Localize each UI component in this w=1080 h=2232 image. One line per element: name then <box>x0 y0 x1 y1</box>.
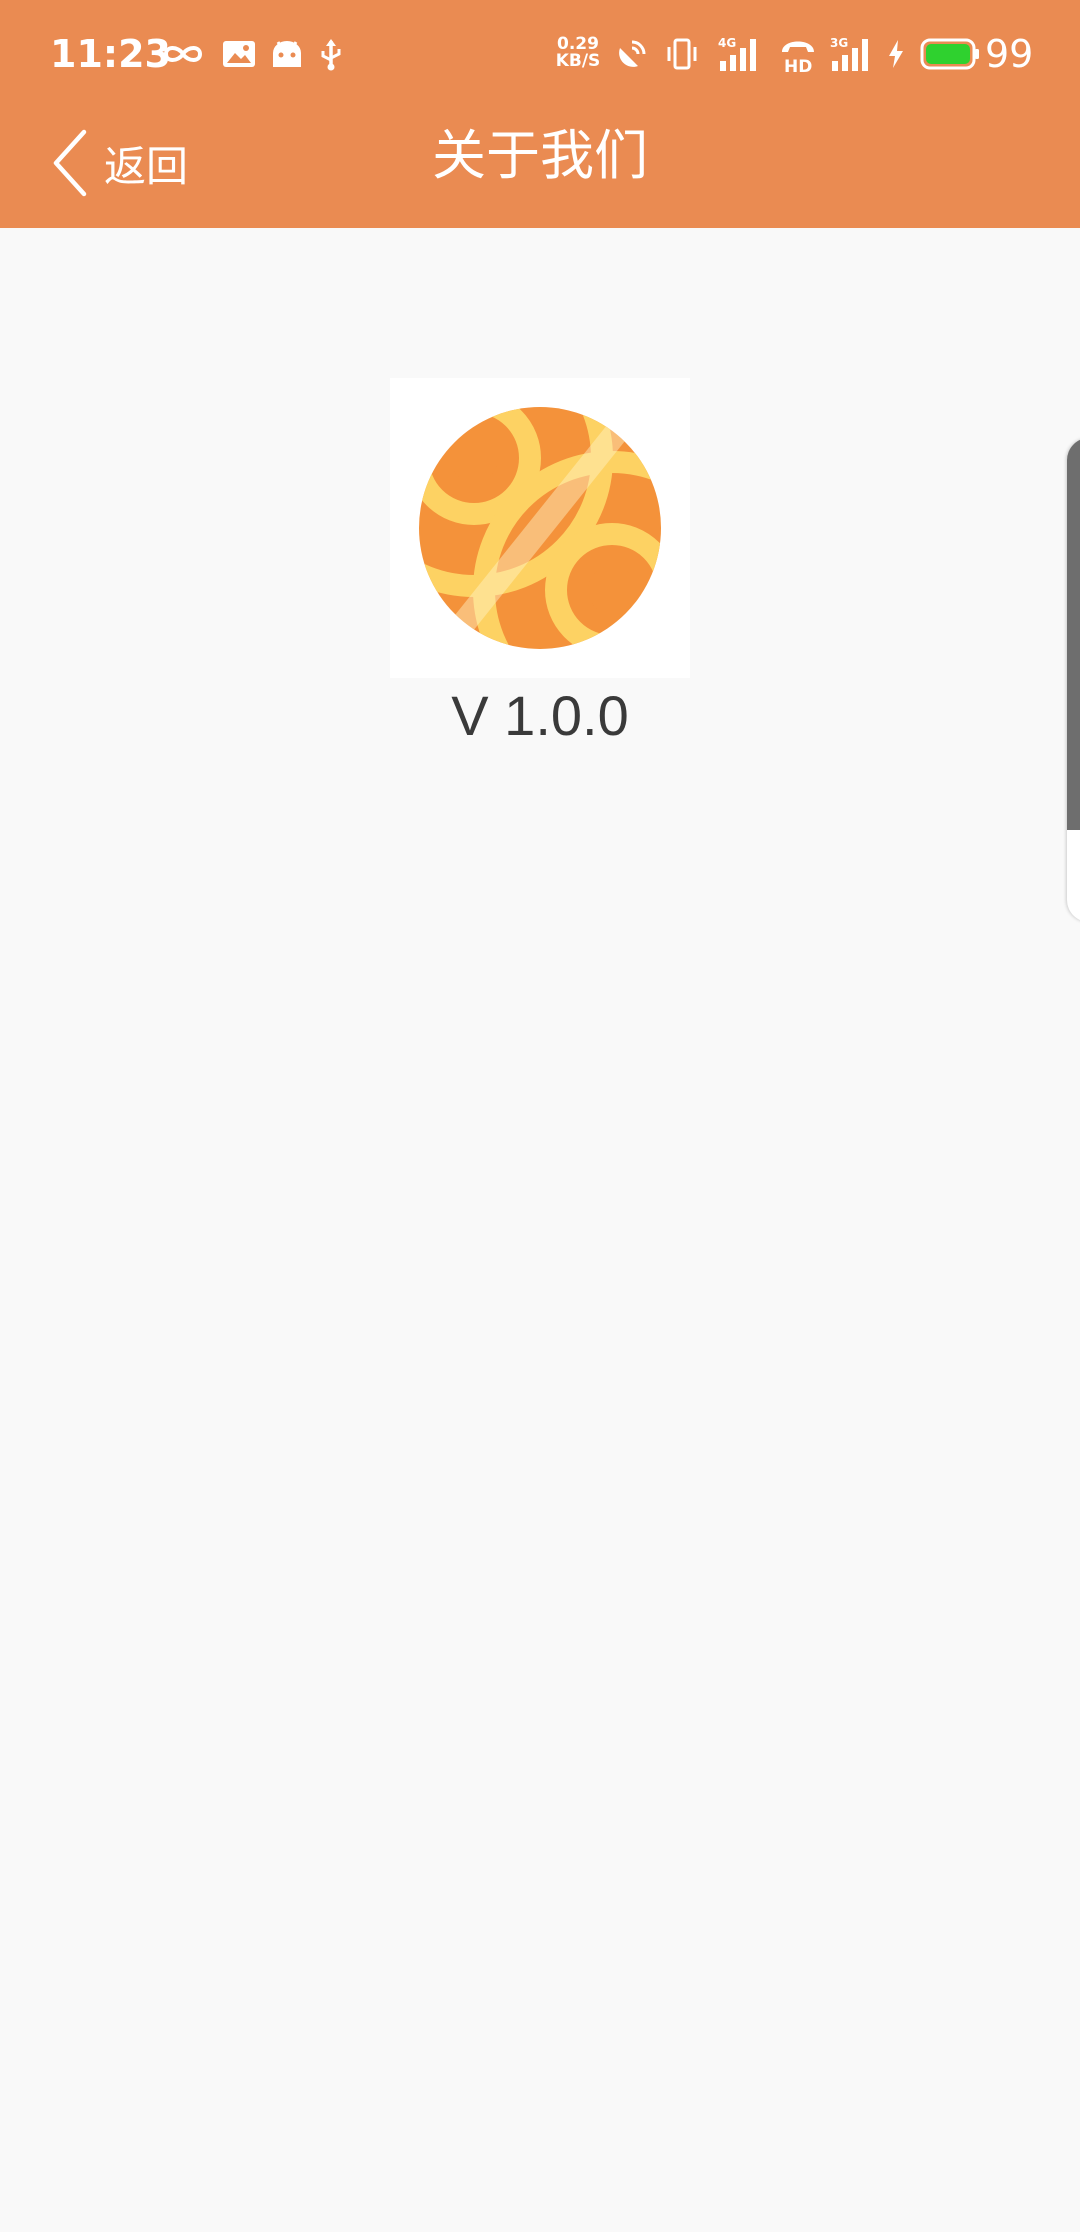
signal-4g-label: 4G <box>718 36 736 50</box>
nav-bar: 关于我们 返回 <box>0 108 1080 228</box>
battery-level: 99 <box>985 32 1034 76</box>
vibrate-icon <box>664 30 700 78</box>
app-logo <box>390 378 690 678</box>
battery-fill <box>926 44 970 64</box>
usb-icon <box>318 30 344 78</box>
net-speed: 0.29 KB/S <box>553 36 603 70</box>
signal-3g-icon: 3G <box>828 30 876 78</box>
status-time: 11:23 <box>50 32 171 76</box>
signal-4g-icon: 4G <box>716 30 764 78</box>
app-header: 11:23 0.29 KB/S 4G HD 3G 99 关于我们 返回 <box>0 0 1080 228</box>
chevron-left-icon <box>50 128 90 198</box>
back-button[interactable]: 返回 <box>50 118 230 208</box>
status-bar: 11:23 0.29 KB/S 4G HD 3G 99 <box>0 0 1080 108</box>
battery-icon <box>920 30 980 78</box>
charging-icon <box>886 30 906 78</box>
image-icon <box>222 30 256 78</box>
hd-label: HD <box>784 57 812 74</box>
hotspot-icon <box>614 30 650 78</box>
back-label: 返回 <box>104 141 189 191</box>
net-speed-unit: KB/S <box>555 51 601 71</box>
infinity-icon <box>160 30 206 78</box>
signal-3g-label: 3G <box>830 36 848 50</box>
app-logo-icon <box>419 407 661 649</box>
app-version: V 1.0.0 <box>451 684 629 747</box>
side-handle-bar <box>1067 438 1080 830</box>
floating-side-handle[interactable] <box>1067 438 1080 922</box>
android-icon <box>270 30 304 78</box>
hd-call-icon: HD <box>776 30 820 78</box>
